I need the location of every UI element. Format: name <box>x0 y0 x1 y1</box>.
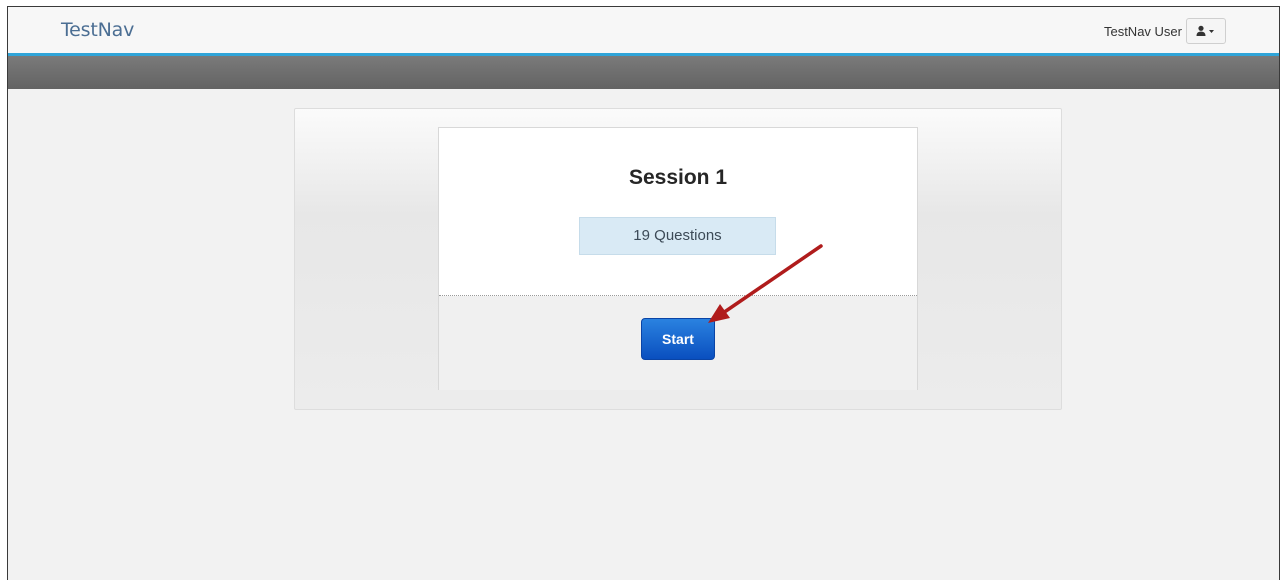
user-name-label: TestNav User <box>1103 23 1182 39</box>
session-card: Session 1 19 Questions Start <box>438 127 918 390</box>
testnav-logo: TestNav <box>61 19 135 41</box>
question-count-badge: 19 Questions <box>579 217 776 255</box>
toolbar-strip <box>8 56 1279 89</box>
user-icon <box>1196 25 1214 36</box>
top-header: TestNav TestNav User <box>8 7 1279 56</box>
session-title: Session 1 <box>628 166 728 189</box>
user-menu-area: TestNav User <box>1104 18 1226 44</box>
session-card-header: Session 1 19 Questions <box>439 128 917 295</box>
caret-down-icon <box>1209 30 1214 33</box>
user-menu-button[interactable] <box>1186 18 1226 44</box>
session-card-footer: Start <box>439 296 917 390</box>
start-button[interactable]: Start <box>641 318 715 360</box>
app-window: TestNav TestNav User Session 1 19 Questi… <box>7 6 1280 580</box>
